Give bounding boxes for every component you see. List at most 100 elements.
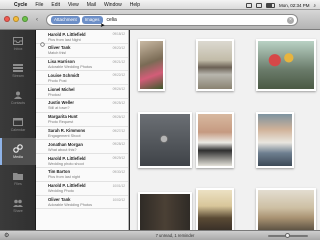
sidebar-item-media[interactable]: Media xyxy=(0,138,36,165)
message-date: 09/26/12 xyxy=(112,114,125,119)
message-subject: Still at town? xyxy=(48,106,70,111)
message-subject: Adorable Wedding Photos xyxy=(48,203,93,208)
message-subject: Photo Request xyxy=(48,120,74,125)
sidebar-label-media: Media xyxy=(13,155,23,159)
search-token-attachment[interactable]: Attachment xyxy=(51,16,80,24)
sidebar-item-files[interactable]: Files xyxy=(0,165,36,192)
message-subject: Wedding photo shoot xyxy=(48,161,84,166)
attachment-icon xyxy=(40,89,45,94)
menubar-tray: Mon, 02:34 PM ⌕ xyxy=(245,0,316,10)
search-input[interactable]: Attachment Images celia × xyxy=(46,14,298,26)
status-text: 7 unread, 1 reminder xyxy=(155,233,195,238)
sidebar-item-inbox[interactable]: Inbox xyxy=(0,30,36,57)
stream-icon xyxy=(13,63,23,72)
list-item[interactable]: Justin Weller Still at town? 09/25/12 xyxy=(36,99,128,113)
sidebar-label-contacts: Contacts xyxy=(10,101,26,105)
menu-edit[interactable]: Edit xyxy=(51,2,60,8)
message-subject: Photo Post xyxy=(48,78,67,83)
attachment-icon xyxy=(40,75,45,80)
message-subject: Adorable Wedding Photos xyxy=(48,65,93,70)
list-item[interactable]: Harold P. Littlefield Wedding photo shoot… xyxy=(36,154,128,168)
photo-thumbnail[interactable] xyxy=(256,39,316,91)
message-date: 10/02/12 xyxy=(112,197,125,202)
menu-view[interactable]: View xyxy=(68,2,79,8)
sidebar-label-inbox: Inbox xyxy=(13,47,23,51)
message-date: 10/01/12 xyxy=(112,183,125,188)
photo-thumbnail[interactable] xyxy=(196,39,234,91)
menu-file[interactable]: File xyxy=(35,2,43,8)
message-date: 09/27/12 xyxy=(112,128,125,133)
gear-icon[interactable]: ⚙ xyxy=(4,232,9,239)
list-item[interactable]: Oliver Tank Match this! 09/20/12 xyxy=(36,44,128,58)
photo-thumbnail[interactable] xyxy=(138,192,192,230)
menu-bar: Cycle File Edit View Mail Window Help Mo… xyxy=(0,0,320,10)
message-date: 09/30/12 xyxy=(112,169,125,174)
volume-icon[interactable] xyxy=(255,2,262,8)
photo-grid xyxy=(130,30,320,230)
files-icon xyxy=(13,171,23,180)
message-subject: Wedding Photo xyxy=(48,189,74,194)
sidebar-item-stream[interactable]: Stream xyxy=(0,57,36,84)
menu-app-name[interactable]: Cycle xyxy=(14,2,27,8)
list-item[interactable]: Harold P. Littlefield Pics from last Nigh… xyxy=(36,30,128,47)
minimize-window-button[interactable] xyxy=(13,16,19,22)
window-controls xyxy=(4,16,28,22)
wifi-icon[interactable] xyxy=(245,2,252,8)
battery-icon[interactable] xyxy=(265,2,275,8)
close-window-button[interactable] xyxy=(4,16,10,22)
spotlight-icon[interactable]: ⌕ xyxy=(313,3,316,8)
sidebar-item-calendar[interactable]: Calendar xyxy=(0,111,36,138)
list-item[interactable]: Jonathan Morgan What about this? 09/28/12 xyxy=(36,140,128,155)
sidebar-label-files: Files xyxy=(14,182,22,186)
sidebar: Inbox Stream Contacts Calendar Media Fil… xyxy=(0,30,36,230)
photo-thumbnail[interactable] xyxy=(138,112,192,168)
share-icon xyxy=(13,198,23,207)
sidebar-item-contacts[interactable]: Contacts xyxy=(0,84,36,111)
photo-thumbnail[interactable] xyxy=(138,39,165,91)
refresh-icon xyxy=(40,34,45,47)
message-date: 09/22/12 xyxy=(112,73,125,78)
list-item[interactable]: Tim Barton Pics from last night 09/30/12 xyxy=(36,168,128,182)
list-item[interactable]: Lionel Michel Photos! 09/24/12 xyxy=(36,85,128,99)
menu-mail[interactable]: Mail xyxy=(87,2,96,8)
sidebar-item-share[interactable]: Share xyxy=(0,192,36,219)
calendar-icon xyxy=(13,117,23,126)
attachment-icon xyxy=(40,131,45,136)
menubar-clock[interactable]: Mon, 02:34 PM xyxy=(279,3,310,8)
zoom-window-button[interactable] xyxy=(22,16,28,22)
message-subject: What about this? xyxy=(48,147,77,152)
list-item[interactable]: Lisa Harrison Adorable Wedding Photos 09/2… xyxy=(36,58,128,72)
photo-thumbnail[interactable] xyxy=(196,188,234,230)
message-subject: Pics from last night xyxy=(48,175,81,180)
menu-help[interactable]: Help xyxy=(130,2,140,8)
message-list: Harold P. Littlefield Pics from last Nigh… xyxy=(36,30,129,230)
attachment-icon xyxy=(40,144,45,149)
message-subject: Match this! xyxy=(48,51,67,56)
sidebar-label-stream: Stream xyxy=(12,74,24,78)
message-date: 09/20/12 xyxy=(112,45,125,50)
message-subject: Photos! xyxy=(48,92,61,97)
clear-search-icon[interactable]: × xyxy=(287,17,294,24)
contacts-icon xyxy=(13,90,23,99)
list-item[interactable]: Sarah R. Kimmons Engagement Shoot 09/27/12 xyxy=(36,127,128,141)
attachment-icon xyxy=(40,172,45,177)
message-date: 09/18/12 xyxy=(112,32,125,36)
window-toolbar: ‹ Attachment Images celia × xyxy=(0,10,320,30)
status-bar: ⚙ 7 unread, 1 reminder xyxy=(0,230,320,240)
photo-thumbnail[interactable] xyxy=(196,112,234,168)
message-subject: Pics from last Night xyxy=(48,37,81,42)
list-item[interactable]: Oliver Tank Adorable Wedding Photos 10/02/… xyxy=(36,196,128,210)
photo-thumbnail[interactable] xyxy=(256,112,294,168)
zoom-slider-handle[interactable] xyxy=(285,233,290,238)
list-item[interactable]: Margarita Hunt Photo Request 09/26/12 xyxy=(36,113,128,127)
back-arrow-icon[interactable]: ‹ xyxy=(36,17,38,23)
attachment-icon xyxy=(40,158,45,163)
list-item[interactable]: Louise Schmidt Photo Post 09/22/12 xyxy=(36,71,128,86)
list-item[interactable]: Harold P. Littlefield Wedding Photo 10/01/… xyxy=(36,182,128,196)
inbox-icon xyxy=(13,36,23,45)
message-date: 09/21/12 xyxy=(112,59,125,64)
paperclip-icon xyxy=(13,144,23,153)
search-query-text: celia xyxy=(106,17,117,23)
menu-window[interactable]: Window xyxy=(104,2,122,8)
photo-thumbnail[interactable] xyxy=(256,188,316,230)
